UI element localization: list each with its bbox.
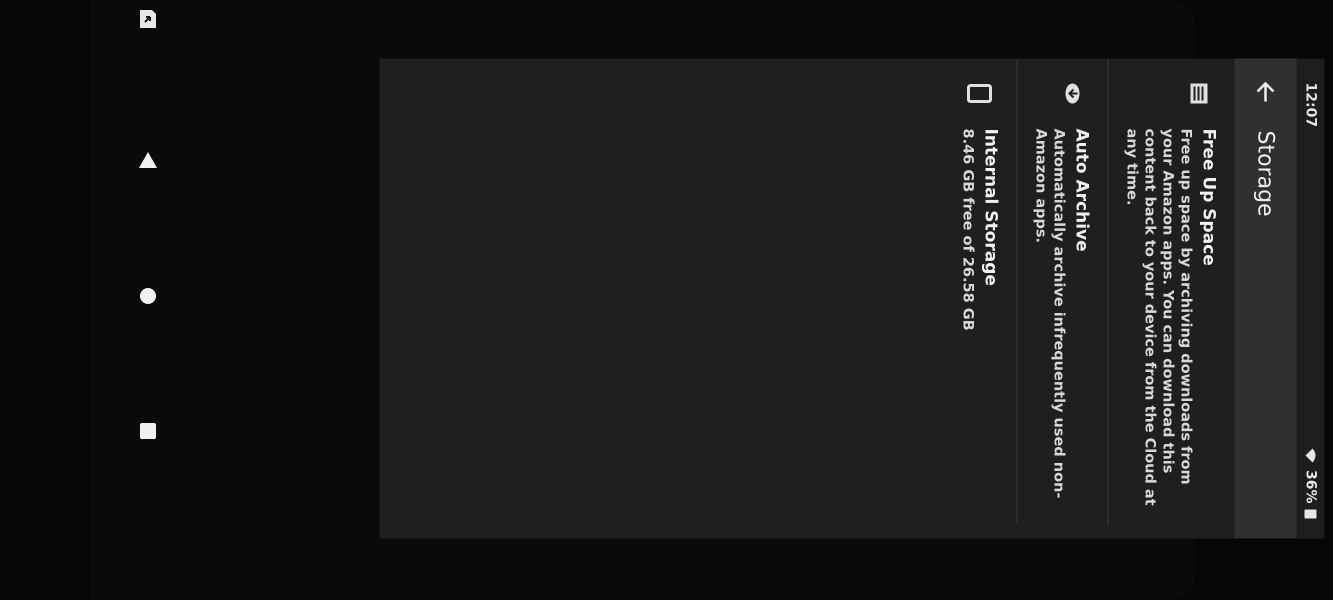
page-title: Storage <box>1253 130 1278 217</box>
free-up-space-item[interactable]: Free Up Space Free up space by archiving… <box>1107 58 1235 525</box>
item-title: Free Up Space <box>1198 128 1219 266</box>
device-screen: 12:07 36% Storage Free Up Space Free up … <box>379 58 1325 539</box>
app-bar: Storage <box>1234 58 1297 539</box>
item-title: Auto Archive <box>1071 128 1092 252</box>
internal-storage-item[interactable]: Internal Storage 8.46 GB free of 26.58 G… <box>945 59 1017 525</box>
battery-icon <box>1304 509 1317 519</box>
archive-box-icon <box>1189 59 1219 129</box>
phone-storage-icon <box>967 59 1001 129</box>
back-triangle-icon[interactable] <box>125 150 171 170</box>
share-icon[interactable] <box>125 6 171 32</box>
wifi-icon <box>1305 448 1316 463</box>
auto-archive-item[interactable]: Auto Archive Automatically archive infre… <box>1016 58 1108 525</box>
arrow-left-icon[interactable] <box>1252 79 1280 107</box>
home-circle-icon[interactable] <box>125 286 171 306</box>
status-bar: 12:07 36% <box>1296 58 1325 539</box>
item-description: Free up space by archiving downloads fro… <box>1123 128 1194 506</box>
system-nav-bar <box>125 0 171 600</box>
item-description: Automatically archive infrequently used … <box>1032 128 1067 499</box>
cloud-icon <box>1064 59 1092 129</box>
recents-square-icon[interactable] <box>125 421 171 441</box>
item-title: Internal Storage <box>980 128 1001 286</box>
status-time: 12:07 <box>1302 82 1319 128</box>
battery-percent: 36% <box>1302 469 1319 504</box>
item-description: 8.46 GB free of 26.58 GB <box>959 128 976 331</box>
status-right: 36% <box>1303 448 1319 519</box>
storage-settings-list: Free Up Space Free up space by archiving… <box>945 58 1235 539</box>
